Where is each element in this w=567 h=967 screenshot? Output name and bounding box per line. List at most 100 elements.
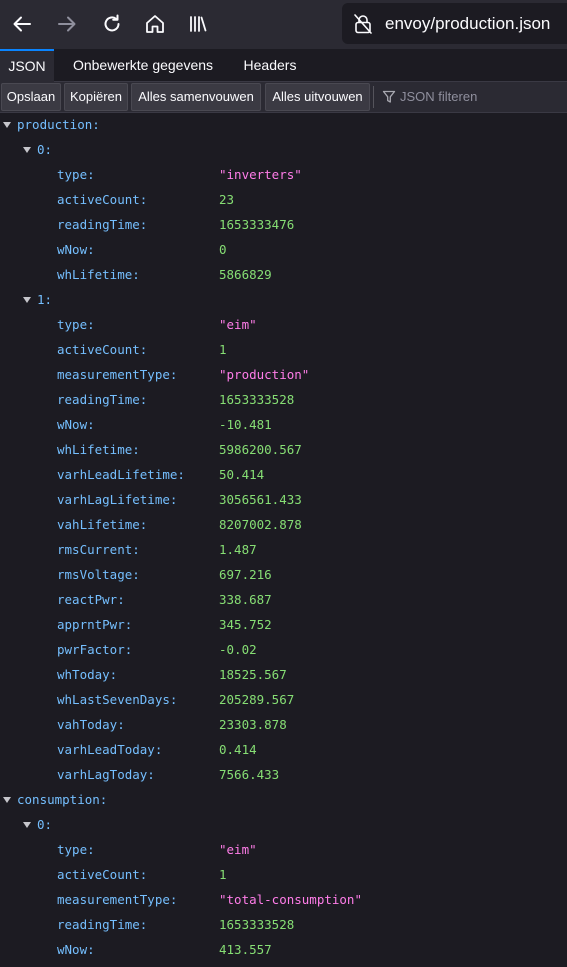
json-key: wNow: <box>57 242 95 257</box>
expand-all-button[interactable]: Alles uitvouwen <box>265 83 370 111</box>
json-index: 0: <box>37 142 53 157</box>
json-value-number: 1653333528 <box>219 392 295 407</box>
json-toolbar: Opslaan Kopiëren Alles samenvouwen Alles… <box>0 82 567 113</box>
json-key: type: <box>57 317 95 332</box>
json-key: type: <box>57 167 95 182</box>
json-field-row[interactable]: rmsVoltage: 697.216 <box>0 563 567 588</box>
json-section-production[interactable]: production: <box>0 113 567 138</box>
json-array-item[interactable]: 0: <box>0 813 567 838</box>
json-key: consumption: <box>17 792 108 807</box>
home-button[interactable] <box>138 6 172 42</box>
json-key: apprntPwr: <box>57 617 133 632</box>
json-value-number: 338.687 <box>219 592 272 607</box>
json-key: activeCount: <box>57 192 148 207</box>
json-key: pwrFactor: <box>57 642 133 657</box>
tab-headers[interactable]: Headers <box>232 49 308 81</box>
json-field-row[interactable]: varhLeadLifetime: 50.414 <box>0 463 567 488</box>
json-value-number: 1653333476 <box>219 217 295 232</box>
insecure-lock-icon[interactable] <box>352 13 374 40</box>
collapse-all-button[interactable]: Alles samenvouwen <box>131 83 261 111</box>
json-value-number: 205289.567 <box>219 692 295 707</box>
back-button[interactable] <box>5 6 39 42</box>
json-index: 1: <box>37 292 53 307</box>
json-key: measurementType: <box>57 367 178 382</box>
json-field-row[interactable]: measurementType: "total-consumption" <box>0 888 567 913</box>
json-field-row[interactable]: whToday: 18525.567 <box>0 663 567 688</box>
json-field-row[interactable]: whLastSevenDays: 205289.567 <box>0 688 567 713</box>
json-field-row[interactable]: wNow: -10.481 <box>0 413 567 438</box>
tab-json[interactable]: JSON <box>0 49 54 83</box>
json-section-consumption[interactable]: consumption: <box>0 788 567 813</box>
json-key: varhLagToday: <box>57 767 155 782</box>
library-button[interactable] <box>181 6 215 42</box>
json-value-number: 23303.878 <box>219 717 287 732</box>
expand-toggle-icon[interactable] <box>23 147 31 153</box>
json-field-row[interactable]: readingTime: 1653333528 <box>0 913 567 938</box>
json-value-number: 23 <box>219 192 235 207</box>
json-field-row[interactable]: varhLeadToday: 0.414 <box>0 738 567 763</box>
json-key: readingTime: <box>57 217 148 232</box>
json-field-row[interactable]: varhLagLifetime: 3056561.433 <box>0 488 567 513</box>
copy-button[interactable]: Kopiëren <box>64 83 128 111</box>
browser-toolbar: envoy/production.json <box>0 0 567 49</box>
json-key: varhLeadToday: <box>57 742 163 757</box>
save-button[interactable]: Opslaan <box>1 83 61 111</box>
json-key: whToday: <box>57 667 118 682</box>
json-field-row[interactable]: wNow: 0 <box>0 238 567 263</box>
home-icon <box>146 15 164 33</box>
json-value-number: 5866829 <box>219 267 272 282</box>
json-array-item[interactable]: 0: <box>0 138 567 163</box>
json-field-row[interactable]: activeCount: 1 <box>0 863 567 888</box>
json-value-string: "inverters" <box>219 167 302 182</box>
json-field-row[interactable]: activeCount: 23 <box>0 188 567 213</box>
json-field-row[interactable]: type: "eim" <box>0 838 567 863</box>
json-value-number: 1.487 <box>219 542 257 557</box>
reload-button[interactable] <box>95 6 129 42</box>
json-field-row[interactable]: activeCount: 1 <box>0 338 567 363</box>
reload-icon <box>104 14 120 32</box>
json-key: whLifetime: <box>57 442 140 457</box>
json-value-number: 50.414 <box>219 467 265 482</box>
json-field-row[interactable]: readingTime: 1653333476 <box>0 213 567 238</box>
expand-toggle-icon[interactable] <box>3 797 11 803</box>
forward-arrow-icon <box>58 16 76 32</box>
expand-toggle-icon[interactable] <box>23 822 31 828</box>
expand-toggle-icon[interactable] <box>23 297 31 303</box>
json-field-row[interactable]: vahToday: 23303.878 <box>0 713 567 738</box>
json-value-number: 345.752 <box>219 617 272 632</box>
json-field-row[interactable]: apprntPwr: 345.752 <box>0 613 567 638</box>
tab-raw-data[interactable]: Onbewerkte gegevens <box>56 49 230 81</box>
forward-button[interactable] <box>50 6 84 42</box>
json-field-row[interactable]: wNow: 413.557 <box>0 938 567 963</box>
json-value-number: 3056561.433 <box>219 492 302 507</box>
json-field-row[interactable]: readingTime: 1653333528 <box>0 388 567 413</box>
json-key: readingTime: <box>57 917 148 932</box>
json-tree: production: 0: type: "inverters" activeCount… <box>0 113 567 967</box>
json-value-number: 0 <box>219 242 227 257</box>
json-key: readingTime: <box>57 392 148 407</box>
json-field-row[interactable]: varhLagToday: 7566.433 <box>0 763 567 788</box>
json-array-item[interactable]: 1: <box>0 288 567 313</box>
json-key: production: <box>17 117 100 132</box>
address-bar[interactable]: envoy/production.json <box>342 3 567 44</box>
json-field-row[interactable]: whLifetime: 5866829 <box>0 263 567 288</box>
json-field-row[interactable]: pwrFactor: -0.02 <box>0 638 567 663</box>
json-field-row[interactable]: whLifetime: 5986200.567 <box>0 438 567 463</box>
json-value-number: 697.216 <box>219 567 272 582</box>
json-filter-input[interactable] <box>400 85 560 107</box>
json-field-row[interactable]: reactPwr: 338.687 <box>0 588 567 613</box>
json-field-row[interactable]: measurementType: "production" <box>0 363 567 388</box>
library-icon <box>190 16 207 32</box>
json-value-string: "eim" <box>219 317 257 332</box>
json-field-row[interactable]: vahLifetime: 8207002.878 <box>0 513 567 538</box>
json-field-row[interactable]: type: "eim" <box>0 313 567 338</box>
expand-toggle-icon[interactable] <box>3 122 11 128</box>
json-field-row[interactable]: type: "inverters" <box>0 163 567 188</box>
json-value-number: 8207002.878 <box>219 517 302 532</box>
back-arrow-icon <box>13 16 31 32</box>
json-field-row[interactable]: rmsCurrent: 1.487 <box>0 538 567 563</box>
json-key: varhLeadLifetime: <box>57 467 185 482</box>
url-text[interactable]: envoy/production.json <box>385 14 550 34</box>
json-key: varhLagLifetime: <box>57 492 178 507</box>
json-value-number: 0.414 <box>219 742 257 757</box>
